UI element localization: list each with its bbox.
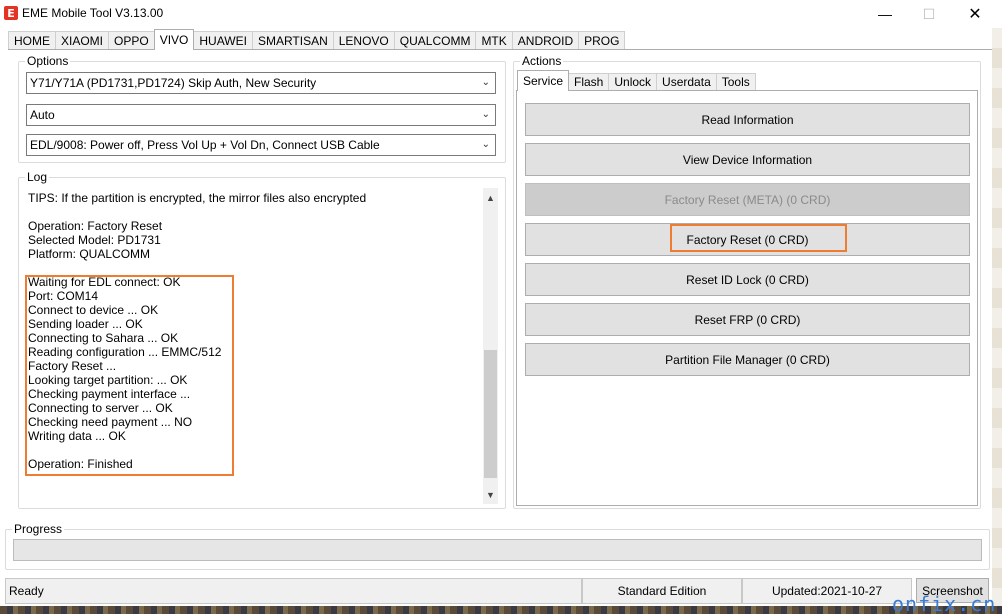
- chevron-down-icon: ⌄: [481, 77, 490, 88]
- chevron-down-icon: ⌄: [481, 109, 490, 120]
- log-line: TIPS: If the partition is encrypted, the…: [28, 191, 367, 205]
- model-select[interactable]: Y71/Y71A (PD1731,PD1724) Skip Auth, New …: [26, 72, 496, 94]
- factory-reset-meta-button[interactable]: Factory Reset (META) (0 CRD): [525, 183, 970, 216]
- connection-select-value: EDL/9008: Power off, Press Vol Up + Vol …: [30, 138, 380, 152]
- tab-vivo[interactable]: VIVO: [153, 29, 195, 50]
- tab-userdata[interactable]: Userdata: [656, 73, 717, 91]
- minimize-icon[interactable]: —: [862, 0, 908, 28]
- scroll-up-icon[interactable]: ▲: [483, 190, 498, 205]
- tab-prog[interactable]: PROG: [578, 31, 626, 50]
- status-updated: Updated:2021-10-27: [742, 578, 912, 604]
- progress-bar: [13, 539, 982, 561]
- chevron-down-icon: ⌄: [481, 139, 490, 150]
- reset-frp-button[interactable]: Reset FRP (0 CRD): [525, 303, 970, 336]
- log-scrollbar[interactable]: ▲ ▼: [483, 188, 498, 504]
- tab-huawei[interactable]: HUAWEI: [193, 31, 253, 50]
- tab-unlock[interactable]: Unlock: [608, 73, 658, 91]
- log-highlight-annotation: [25, 275, 234, 476]
- window-title: EME Mobile Tool V3.13.00: [22, 6, 164, 20]
- tab-home[interactable]: HOME: [8, 31, 56, 50]
- status-edition: Standard Edition: [582, 578, 742, 604]
- log-line: Selected Model: PD1731: [28, 233, 161, 247]
- title-bar: E EME Mobile Tool V3.13.00 — ☐ ✕: [0, 0, 1002, 28]
- status-ready: Ready: [5, 578, 582, 604]
- scroll-down-icon[interactable]: ▼: [483, 487, 498, 502]
- watermark-text: onfix.cn: [892, 592, 997, 614]
- tab-service[interactable]: Service: [517, 70, 570, 91]
- background-edge: [0, 606, 1002, 614]
- progress-title: Progress: [12, 522, 65, 536]
- tab-oppo[interactable]: OPPO: [108, 31, 155, 50]
- read-information-button[interactable]: Read Information: [525, 103, 970, 136]
- tab-tools[interactable]: Tools: [715, 73, 756, 91]
- actions-title: Actions: [520, 54, 564, 68]
- options-title: Options: [25, 54, 71, 68]
- brand-tab-strip: HOME XIAOMI OPPO VIVO HUAWEI SMARTISAN L…: [8, 29, 626, 50]
- tab-smartisan[interactable]: SMARTISAN: [251, 31, 334, 50]
- mode-select-value: Auto: [30, 108, 55, 122]
- model-select-value: Y71/Y71A (PD1731,PD1724) Skip Auth, New …: [30, 76, 317, 90]
- mode-select[interactable]: Auto ⌄: [26, 104, 496, 126]
- log-title: Log: [25, 170, 50, 184]
- tab-flash[interactable]: Flash: [568, 73, 610, 91]
- log-line: Platform: QUALCOMM: [28, 247, 151, 261]
- tab-qualcomm[interactable]: QUALCOMM: [393, 31, 477, 50]
- close-icon[interactable]: ✕: [952, 0, 998, 28]
- tab-xiaomi[interactable]: XIAOMI: [55, 31, 110, 50]
- connection-select[interactable]: EDL/9008: Power off, Press Vol Up + Vol …: [26, 134, 496, 156]
- tab-mtk[interactable]: MTK: [475, 31, 513, 50]
- background-edge: [992, 28, 1002, 608]
- tab-android[interactable]: ANDROID: [511, 31, 580, 50]
- scroll-thumb[interactable]: [484, 350, 497, 478]
- app-logo-icon: E: [4, 6, 18, 20]
- reset-id-lock-button[interactable]: Reset ID Lock (0 CRD): [525, 263, 970, 296]
- factory-reset-highlight-annotation: [670, 224, 847, 252]
- tab-lenovo[interactable]: LENOVO: [332, 31, 395, 50]
- partition-file-manager-button[interactable]: Partition File Manager (0 CRD): [525, 343, 970, 376]
- view-device-information-button[interactable]: View Device Information: [525, 143, 970, 176]
- log-line: Operation: Factory Reset: [28, 219, 163, 233]
- maximize-icon[interactable]: ☐: [906, 0, 952, 28]
- actions-tab-strip: Service Flash Unlock Userdata Tools: [517, 70, 756, 91]
